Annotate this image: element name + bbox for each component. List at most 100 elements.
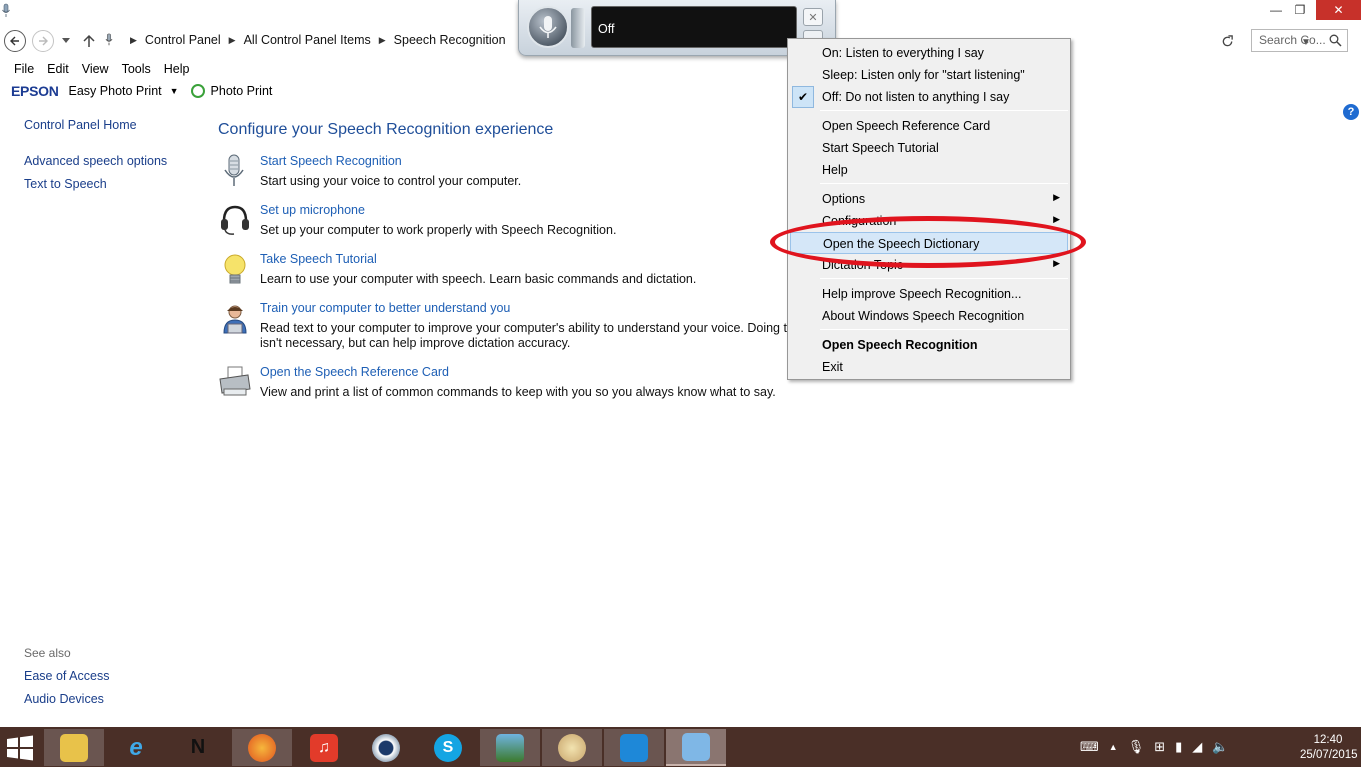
breadcrumb-speech-recognition[interactable]: Speech Recognition <box>394 33 506 47</box>
back-button[interactable] <box>4 30 26 52</box>
taskbar: e N ♫ S ⌨ ▲ 🎙 ⊞ ▮ ◢ 🔈 12:40 25/07/2015 <box>0 727 1361 767</box>
taskbar-camera[interactable] <box>356 729 416 766</box>
photo-print-icon <box>190 84 205 98</box>
help-icon[interactable]: ? <box>1343 104 1359 120</box>
menu-edit[interactable]: Edit <box>47 60 69 80</box>
microphone-button[interactable] <box>527 6 569 48</box>
open-reference-card-link[interactable]: Open the Speech Reference Card <box>260 365 449 379</box>
battery-icon[interactable]: ▮ <box>1175 739 1182 755</box>
windows-flag-icon[interactable]: ⊞ <box>1154 739 1165 755</box>
signal-icon[interactable]: ◢ <box>1192 739 1202 755</box>
train-computer-link[interactable]: Train your computer to better understand… <box>260 301 510 315</box>
menu-item-dictation-topic[interactable]: Dictation Topic ▶ <box>790 254 1068 276</box>
close-icon[interactable]: ✕ <box>803 8 823 26</box>
menu-view[interactable]: View <box>82 60 109 80</box>
set-up-microphone-link[interactable]: Set up microphone <box>260 203 365 217</box>
menu-file[interactable]: File <box>14 60 34 80</box>
menu-item-open-speech-recognition[interactable]: Open Speech Recognition <box>790 334 1068 356</box>
microphone-icon <box>2 3 10 17</box>
taskbar-firefox[interactable] <box>232 729 292 766</box>
system-tray: ⌨ ▲ 🎙 ⊞ ▮ ◢ 🔈 <box>1080 727 1238 767</box>
menu-item-off[interactable]: ✔ Off: Do not listen to anything I say <box>790 86 1068 108</box>
menu-separator <box>820 329 1068 330</box>
text-to-speech-link[interactable]: Text to Speech <box>24 177 107 191</box>
microphone-tray-icon[interactable]: 🎙 <box>1128 739 1145 755</box>
lightbulb-icon <box>224 254 246 284</box>
microphone-icon <box>224 154 244 186</box>
search-icon <box>1329 34 1342 47</box>
firefox-icon <box>248 733 276 762</box>
headphones-icon: ♫ <box>310 733 338 762</box>
take-speech-tutorial-link[interactable]: Take Speech Tutorial <box>260 252 377 266</box>
breadcrumb-control-panel[interactable]: Control Panel <box>145 33 221 47</box>
folder-icon <box>60 733 88 762</box>
up-button[interactable] <box>80 32 98 50</box>
taskbar-internet-explorer[interactable]: e <box>106 729 166 766</box>
task-description: Read text to your computer to improve yo… <box>260 321 803 350</box>
restore-button[interactable]: ❐ <box>1286 0 1314 20</box>
taskbar-control-panel[interactable] <box>666 729 726 766</box>
skype-icon: S <box>434 733 462 762</box>
taskbar-paint[interactable] <box>542 729 602 766</box>
taskbar-app-n[interactable]: N <box>168 729 228 766</box>
task-description: Start using your voice to control your c… <box>260 174 522 188</box>
microphone-icon <box>539 16 557 38</box>
speaker-icon[interactable]: 🔈 <box>1212 739 1228 755</box>
menu-item-label: About Windows Speech Recognition <box>822 309 1025 323</box>
search-input[interactable]: Search Co... <box>1251 29 1348 52</box>
start-speech-recognition-link[interactable]: Start Speech Recognition <box>260 154 402 168</box>
control-panel-home-link[interactable]: Control Panel Home <box>24 118 137 132</box>
advanced-speech-options-link[interactable]: Advanced speech options <box>24 154 167 168</box>
recent-locations-button[interactable] <box>60 34 72 48</box>
speech-status-display: Off <box>591 6 797 48</box>
windows-start-icon[interactable] <box>6 735 34 761</box>
refresh-button[interactable] <box>1216 29 1238 53</box>
chevron-down-icon[interactable]: ▼ <box>170 86 179 96</box>
blue-app-icon <box>620 733 648 762</box>
audio-devices-link[interactable]: Audio Devices <box>24 692 104 706</box>
easy-photo-print-button[interactable]: Easy Photo Print <box>69 84 162 98</box>
menu-item-label: Start Speech Tutorial <box>822 141 939 155</box>
checkmark-icon: ✔ <box>792 86 814 108</box>
submenu-arrow-icon: ▶ <box>1053 214 1060 224</box>
ease-of-access-link[interactable]: Ease of Access <box>24 669 109 683</box>
forward-button[interactable] <box>32 30 54 52</box>
arrow-up-icon <box>83 34 95 47</box>
taskbar-skype[interactable]: S <box>418 729 478 766</box>
chevron-up-icon[interactable]: ▲ <box>1109 742 1118 752</box>
clock[interactable]: 12:40 25/07/2015 <box>1300 733 1358 763</box>
menu-item-speech-dictionary[interactable]: Open the Speech Dictionary <box>790 232 1068 254</box>
menu-separator <box>820 183 1068 184</box>
photo-print-button[interactable]: Photo Print <box>211 84 273 98</box>
chevron-right-icon: ▶ <box>130 34 137 45</box>
taskbar-photos[interactable] <box>480 729 540 766</box>
keyboard-icon[interactable]: ⌨ <box>1080 739 1099 755</box>
menu-item-options[interactable]: Options ▶ <box>790 188 1068 210</box>
breadcrumb-all-items[interactable]: All Control Panel Items <box>244 33 371 47</box>
menu-item-tutorial[interactable]: Start Speech Tutorial <box>790 137 1068 159</box>
task-description: View and print a list of common commands… <box>260 385 776 399</box>
menu-item-help-improve[interactable]: Help improve Speech Recognition... <box>790 283 1068 305</box>
menu-item-configuration[interactable]: Configuration ▶ <box>790 210 1068 232</box>
menu-item-label: Exit <box>822 360 843 374</box>
menu-item-about[interactable]: About Windows Speech Recognition <box>790 305 1068 327</box>
epson-toolbar: EPSON Easy Photo Print ▼ Photo Print <box>0 81 272 101</box>
menu-item-help[interactable]: Help <box>790 159 1068 181</box>
menu-item-exit[interactable]: Exit <box>790 356 1068 378</box>
taskbar-app-blue[interactable] <box>604 729 664 766</box>
taskbar-music[interactable]: ♫ <box>294 729 354 766</box>
menu-item-on[interactable]: On: Listen to everything I say <box>790 42 1068 64</box>
menu-item-label: Options <box>822 192 866 206</box>
menu-item-sleep[interactable]: Sleep: Listen only for "start listening" <box>790 64 1068 86</box>
task-description: Set up your computer to work properly wi… <box>260 223 617 237</box>
taskbar-file-explorer[interactable] <box>44 729 104 766</box>
close-button[interactable]: ✕ <box>1316 0 1361 20</box>
menu-item-label: On: Listen to everything I say <box>822 46 984 60</box>
menu-help[interactable]: Help <box>164 60 190 80</box>
headset-icon <box>221 205 249 235</box>
menu-tools[interactable]: Tools <box>122 60 151 80</box>
menu-item-reference-card[interactable]: Open Speech Reference Card <box>790 115 1068 137</box>
epson-logo: EPSON <box>11 83 59 99</box>
speech-context-menu: On: Listen to everything I say Sleep: Li… <box>787 38 1071 380</box>
refresh-icon <box>1222 34 1233 46</box>
